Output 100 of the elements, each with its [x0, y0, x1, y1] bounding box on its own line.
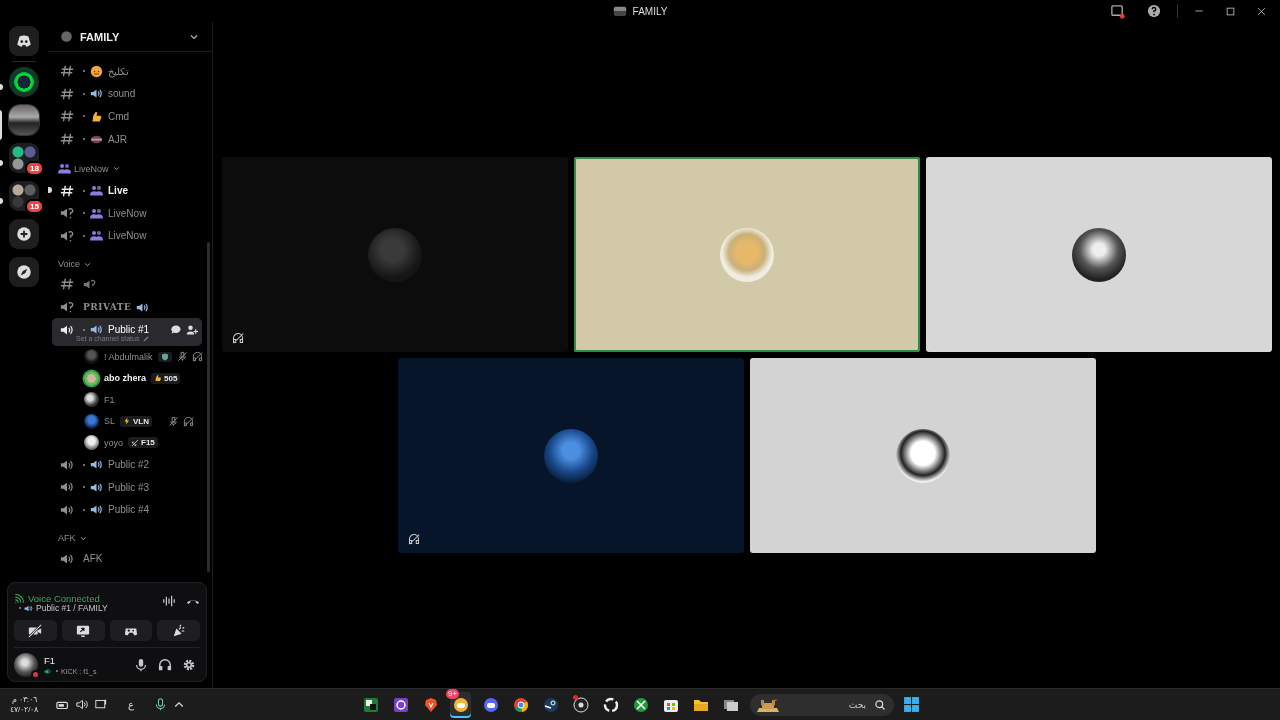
discord-icon — [15, 32, 33, 50]
chrome-browser-icon — [512, 696, 529, 713]
server-icon[interactable] — [9, 67, 39, 97]
channel-item[interactable]: LiveNow — [52, 224, 202, 248]
member-name[interactable]: yoyo — [104, 437, 123, 448]
signal-icon — [14, 592, 25, 604]
video-tile[interactable] — [749, 358, 1096, 553]
connection-status: Voice Connected — [28, 592, 100, 604]
search-icon — [874, 698, 886, 711]
member-name[interactable]: F1 — [104, 394, 115, 405]
speaker-icon — [90, 458, 103, 472]
network-icon[interactable] — [95, 698, 109, 711]
member-name[interactable]: abo zhera — [104, 373, 146, 384]
gamepad-button[interactable] — [109, 620, 153, 641]
chat-icon[interactable] — [170, 323, 182, 336]
discord-icon — [482, 696, 499, 713]
soundboard-icon — [171, 623, 186, 638]
notification-badge: 9+ — [446, 688, 460, 699]
category-header[interactable]: LiveNow — [52, 150, 206, 180]
screen-icon[interactable] — [1110, 3, 1125, 19]
speaker-icon — [90, 480, 103, 494]
people-icon — [58, 162, 71, 176]
video-tile[interactable] — [397, 358, 744, 553]
hand-icon — [154, 374, 162, 383]
settings-icon[interactable] — [182, 658, 196, 672]
server-icon[interactable] — [9, 26, 39, 56]
channel-item[interactable]: Public #2 — [52, 453, 202, 477]
category-name: LiveNow — [74, 163, 109, 174]
channel-item[interactable]: sound — [52, 82, 202, 106]
camera-off-icon — [28, 623, 43, 638]
category-header[interactable]: Voice — [52, 247, 206, 274]
xbox-icon — [632, 696, 649, 713]
plane-icon — [131, 438, 139, 447]
hash-icon — [60, 64, 74, 79]
compass-icon — [15, 263, 33, 281]
recorder-icon — [572, 696, 589, 713]
headphones-icon[interactable] — [158, 658, 172, 672]
add-user-icon[interactable] — [186, 323, 198, 336]
user-avatar[interactable] — [14, 653, 38, 677]
maximize-icon[interactable] — [1226, 6, 1235, 16]
unread-indicator — [0, 160, 3, 166]
speaker-icon — [90, 503, 103, 517]
voice-channel-link[interactable]: Public #1 / FAMILY — [36, 603, 108, 613]
channel-name: Public #4 — [108, 504, 150, 516]
close-icon[interactable] — [1257, 6, 1266, 16]
video-tile[interactable] — [925, 157, 1272, 352]
channel-item[interactable]: Cmd — [52, 105, 202, 128]
help-icon[interactable] — [1147, 4, 1161, 18]
category-name: AFK — [58, 533, 76, 544]
search-field[interactable]: بحث — [787, 698, 868, 711]
clock-time[interactable]: ٠٣:٠٦ م — [11, 694, 37, 705]
server-header[interactable]: FAMILY — [48, 22, 212, 52]
speaker-icon — [90, 323, 103, 337]
hash-icon — [60, 109, 74, 124]
channel-item[interactable]: AFK — [52, 547, 202, 570]
server-icon[interactable] — [9, 257, 39, 287]
steam-icon — [542, 696, 559, 713]
volume-icon[interactable] — [76, 698, 90, 711]
pencil-icon[interactable] — [142, 334, 151, 343]
channel-name: Cmd — [108, 111, 130, 122]
castle-icon — [755, 696, 781, 713]
channel-name: AJR — [108, 133, 127, 145]
channel-name: sound — [108, 88, 136, 100]
video-tile[interactable] — [573, 157, 920, 352]
input-language[interactable]: ع — [128, 699, 135, 710]
channel-item[interactable]: LiveNow — [52, 201, 202, 225]
microphone-icon[interactable] — [154, 698, 168, 711]
camera-off-button[interactable] — [14, 620, 57, 641]
soundboard-button[interactable] — [157, 620, 200, 641]
server-icon[interactable] — [9, 105, 39, 135]
channel-item[interactable]: Live — [52, 179, 202, 202]
video-tile[interactable] — [221, 157, 568, 352]
window-title: FAMILY — [632, 5, 668, 17]
server-icon[interactable] — [9, 219, 39, 249]
scrollbar[interactable] — [207, 242, 210, 572]
channel-item[interactable]: AJR — [52, 127, 202, 151]
waveform-icon[interactable] — [162, 594, 176, 608]
channel-item[interactable]: PRIVATE — [52, 295, 202, 319]
channel-item[interactable]: Public #3 — [52, 476, 202, 499]
ring-app-icon — [602, 696, 619, 713]
clock-date[interactable]: ٤٧/٠٢/٠٨ — [10, 704, 39, 715]
category-header[interactable]: AFK — [52, 521, 206, 548]
people-icon — [90, 229, 103, 243]
stage-icon — [83, 277, 96, 291]
member-name[interactable]: SL — [104, 416, 115, 427]
stage-icon — [60, 228, 74, 243]
stage-icon — [60, 300, 74, 315]
speaker-icon — [24, 603, 33, 613]
search-bar[interactable]: بحث — [750, 693, 894, 716]
chat-app-icon — [452, 696, 469, 713]
notification-badge: 18 — [25, 161, 44, 176]
member-name[interactable]: ! Abdulmalik — [104, 351, 153, 362]
channel-name: PRIVATE — [83, 302, 132, 313]
unread-indicator — [0, 198, 3, 204]
start-icon[interactable] — [903, 696, 920, 713]
microphone-icon[interactable] — [134, 658, 148, 672]
screen-share-icon — [76, 623, 91, 638]
channel-item[interactable]: تكليخ — [52, 60, 202, 83]
screen-share-button[interactable] — [61, 620, 105, 641]
channel-item[interactable]: Public #4 — [52, 498, 202, 522]
